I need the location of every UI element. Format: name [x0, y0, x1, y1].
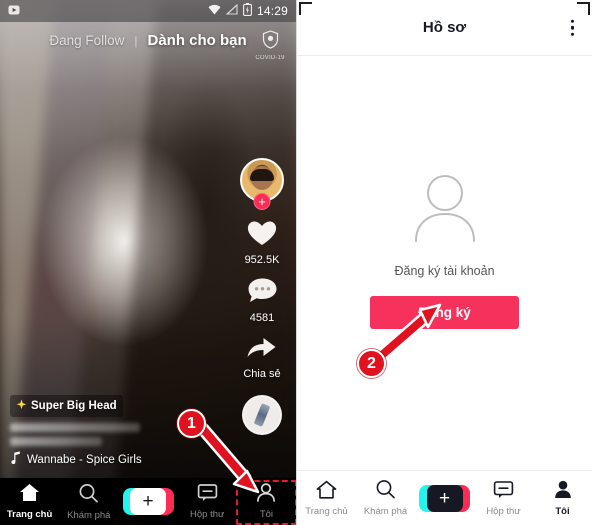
- effect-badge[interactable]: Super Big Head: [10, 395, 123, 417]
- heart-icon: [246, 218, 278, 252]
- status-bar-time: 14:29: [256, 4, 288, 18]
- covid-info-button[interactable]: COVID-19: [252, 30, 288, 61]
- person-outline-icon: [408, 171, 482, 250]
- cast-icon: [8, 4, 20, 19]
- inbox-icon: [197, 483, 218, 507]
- nav-label-home: Trang chủ: [305, 505, 348, 517]
- sidebar-item-inbox[interactable]: Hộp thư: [178, 483, 237, 520]
- signal-icon: [225, 3, 238, 18]
- person-icon: [553, 480, 573, 504]
- effect-label: Super Big Head: [31, 400, 117, 412]
- frame-corner-top-right: [577, 2, 590, 15]
- page-title: Hồ sơ: [422, 19, 467, 36]
- comment-button[interactable]: 4581: [247, 277, 278, 324]
- nav-label-inbox: Hộp thư: [190, 509, 225, 520]
- plus-symbol: +: [130, 488, 166, 515]
- left-phone-screen: 14:29 Đang Follow | Dành cho bạn COVID-1…: [0, 0, 296, 525]
- music-disc-inner: [253, 403, 271, 427]
- battery-icon: [243, 3, 252, 19]
- status-bar-left: [8, 4, 20, 19]
- left-bottom-nav: Trang chủ Khám phá + Hộp thư Tôi: [0, 478, 296, 525]
- signup-button[interactable]: Đăng ký: [370, 296, 519, 329]
- right-bottom-nav: Trang chủ Khám phá + Hộp thư Tôi: [297, 470, 592, 525]
- avatar[interactable]: +: [240, 158, 284, 210]
- kebab-dot-1: [570, 19, 574, 23]
- caption-line-blurred-1: [10, 423, 140, 432]
- nav-label-profile: Tôi: [555, 505, 570, 517]
- frame-corner-top-left: [299, 2, 312, 15]
- wifi-icon: [208, 4, 221, 18]
- share-label: Chia sẻ: [243, 368, 281, 380]
- comment-icon: [247, 277, 278, 310]
- signup-prompt: Đăng ký tài khoản: [394, 264, 495, 278]
- search-icon: [78, 483, 99, 508]
- status-bar-right: 14:29: [208, 3, 288, 19]
- music-row[interactable]: Wannabe - Spice Girls: [10, 451, 200, 469]
- profile-header: Hồ sơ: [297, 0, 592, 56]
- sidebar-item-discover[interactable]: Khám phá: [59, 483, 118, 521]
- action-rail: + 952.5K 4581 Chia sẻ: [234, 158, 290, 435]
- shield-icon: [262, 30, 279, 54]
- right-phone-screen: Hồ sơ Đăng ký tài khoản Đăng ký Trang ch…: [296, 0, 592, 525]
- follow-plus-badge[interactable]: +: [253, 193, 271, 210]
- sparkle-icon: [16, 397, 27, 415]
- nav-label-profile: Tôi: [259, 509, 274, 520]
- inbox-icon: [493, 480, 514, 504]
- music-note-icon: [10, 451, 21, 469]
- sidebar-item-home[interactable]: Trang chủ: [0, 483, 59, 520]
- like-button[interactable]: 952.5K: [244, 218, 280, 266]
- music-title: Wannabe - Spice Girls: [27, 454, 142, 466]
- kebab-dot-2: [570, 25, 574, 30]
- like-count: 952.5K: [244, 254, 280, 266]
- nav-label-discover: Khám phá: [363, 506, 408, 517]
- comment-count: 4581: [249, 312, 275, 324]
- kebab-dot-3: [570, 32, 574, 36]
- nav-label-home: Trang chủ: [6, 509, 53, 520]
- sidebar-item-profile[interactable]: Tôi: [237, 483, 296, 520]
- search-icon: [375, 479, 396, 504]
- top-gradient: [0, 0, 296, 150]
- plus-create-icon: +: [122, 488, 174, 515]
- plus-symbol: +: [426, 484, 463, 512]
- person-icon: [256, 483, 276, 507]
- create-video-button[interactable]: +: [415, 484, 474, 512]
- sidebar-item-profile[interactable]: Tôi: [533, 480, 592, 517]
- dual-phone-screenshot: 14:29 Đang Follow | Dành cho bạn COVID-1…: [0, 0, 592, 525]
- sidebar-item-discover[interactable]: Khám phá: [356, 479, 415, 517]
- kebab-menu-icon[interactable]: [570, 19, 574, 36]
- nav-label-inbox: Hộp thư: [486, 505, 521, 517]
- home-icon: [19, 483, 40, 507]
- music-disc-icon[interactable]: [242, 395, 282, 435]
- share-arrow-icon: [246, 335, 277, 366]
- create-video-button[interactable]: +: [118, 488, 177, 515]
- plus-create-icon: +: [419, 484, 470, 512]
- tab-separator: |: [134, 33, 138, 48]
- video-caption: Super Big Head Wannabe - Spice Girls: [10, 395, 200, 469]
- home-icon: [316, 480, 337, 504]
- caption-line-blurred-2: [10, 437, 102, 446]
- profile-body: Đăng ký tài khoản Đăng ký: [297, 56, 592, 474]
- sidebar-item-inbox[interactable]: Hộp thư: [474, 480, 533, 517]
- tab-for-you[interactable]: Dành cho bạn: [148, 32, 247, 49]
- nav-label-discover: Khám phá: [67, 509, 111, 521]
- avatar-hair: [250, 168, 274, 181]
- covid-label: COVID-19: [255, 55, 285, 61]
- sidebar-item-home[interactable]: Trang chủ: [297, 480, 356, 517]
- status-bar: 14:29: [0, 0, 296, 22]
- tab-following[interactable]: Đang Follow: [49, 33, 124, 48]
- share-button[interactable]: Chia sẻ: [243, 335, 281, 380]
